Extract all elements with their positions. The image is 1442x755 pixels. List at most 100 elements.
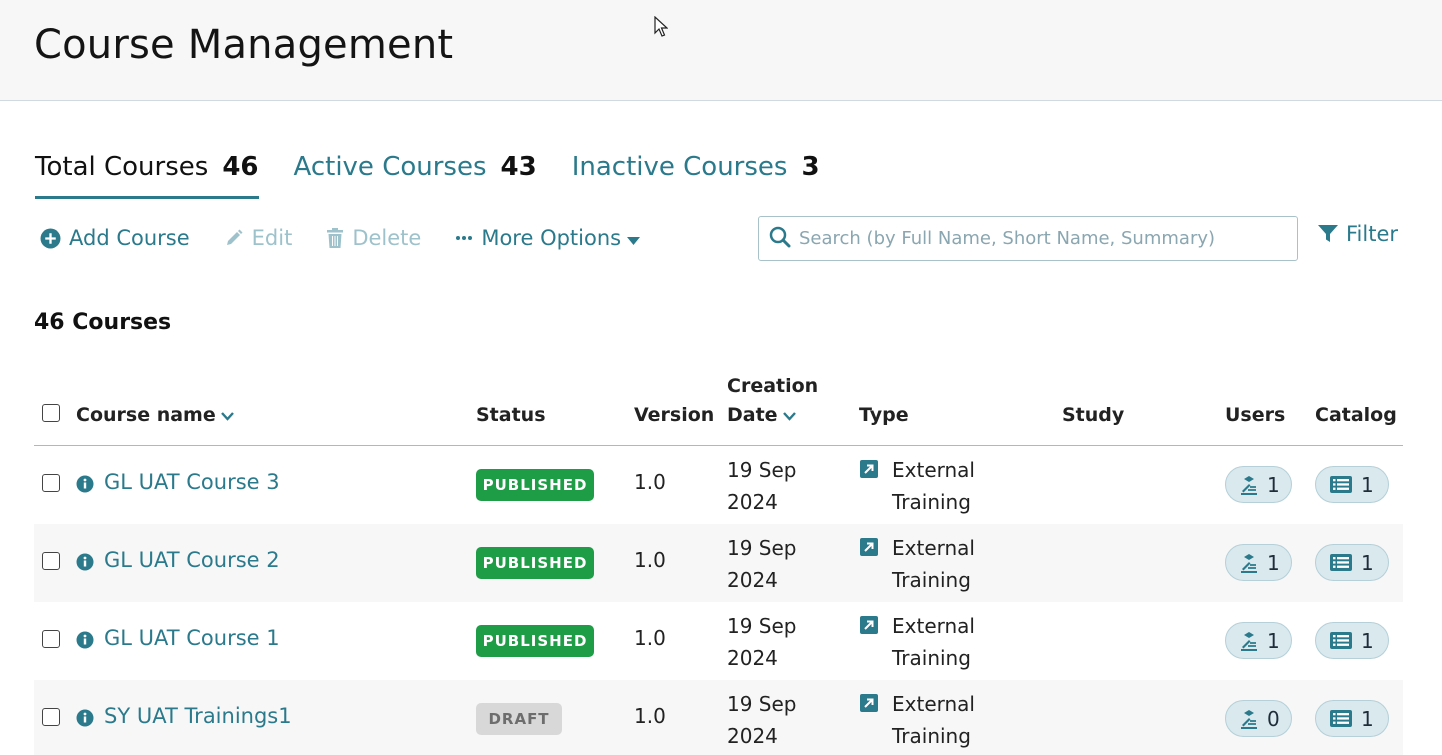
type-line: Training: [892, 568, 971, 592]
status-badge: PUBLISHED: [476, 547, 594, 579]
column-header-status: Status: [476, 404, 546, 426]
users-count-button[interactable]: 1: [1225, 544, 1292, 581]
course-name-link[interactable]: SY UAT Trainings1: [104, 704, 292, 728]
external-link-icon: [860, 538, 878, 560]
date-line: 19 Sep: [727, 614, 797, 638]
users-count: 1: [1267, 472, 1280, 497]
catalog-count-button[interactable]: 1: [1315, 622, 1389, 659]
page-header: Course Management: [0, 0, 1442, 101]
creation-date-value: 19 Sep 2024: [727, 610, 837, 674]
catalog-count: 1: [1361, 706, 1374, 731]
creation-date-value: 19 Sep 2024: [727, 688, 837, 752]
catalog-list-icon: [1330, 554, 1352, 571]
course-tabs: Total Courses 46 Active Courses 43 Inact…: [35, 152, 855, 200]
chevron-down-icon: [220, 401, 235, 430]
edit-button[interactable]: Edit: [224, 226, 293, 250]
catalog-list-icon: [1330, 710, 1352, 727]
date-line: 19 Sep: [727, 458, 797, 482]
column-header-catalog: Catalog: [1315, 404, 1397, 426]
status-badge: DRAFT: [476, 703, 562, 735]
catalog-count: 1: [1361, 628, 1374, 653]
course-name-link[interactable]: GL UAT Course 3: [104, 470, 280, 494]
catalog-list-icon: [1330, 632, 1352, 649]
row-checkbox[interactable]: [42, 552, 60, 570]
status-badge: PUBLISHED: [476, 625, 594, 657]
type-value: External Training: [892, 532, 1002, 596]
add-course-label: Add Course: [69, 226, 190, 250]
type-line: Training: [892, 646, 971, 670]
row-checkbox[interactable]: [42, 630, 60, 648]
ellipsis-icon: [455, 235, 473, 241]
edit-label: Edit: [251, 226, 293, 250]
catalog-count-button[interactable]: 1: [1315, 544, 1389, 581]
version-value: 1.0: [634, 548, 666, 572]
date-line: 19 Sep: [727, 692, 797, 716]
course-name-link[interactable]: GL UAT Course 1: [104, 626, 280, 650]
users-enroll-icon: [1240, 553, 1258, 573]
type-line: External: [892, 458, 975, 482]
add-course-button[interactable]: Add Course: [40, 226, 190, 250]
row-checkbox[interactable]: [42, 474, 60, 492]
catalog-count-button[interactable]: 1: [1315, 466, 1389, 503]
type-value: External Training: [892, 688, 1002, 752]
type-line: External: [892, 692, 975, 716]
info-icon[interactable]: [76, 475, 94, 497]
users-count: 1: [1267, 550, 1280, 575]
column-label: Course name: [76, 404, 216, 426]
tab-count: 43: [500, 152, 537, 182]
course-toolbar: Add Course Edit Delete More Options: [40, 222, 674, 254]
column-header-version: Version: [634, 404, 715, 426]
column-header-study: Study: [1062, 404, 1125, 426]
filter-label: Filter: [1346, 222, 1399, 246]
chevron-down-icon: [782, 401, 797, 430]
page-title: Course Management: [34, 22, 454, 68]
plus-circle-icon: [40, 228, 61, 249]
info-icon[interactable]: [76, 553, 94, 575]
pencil-icon: [224, 228, 244, 248]
users-count-button[interactable]: 1: [1225, 466, 1292, 503]
filter-button[interactable]: Filter: [1318, 222, 1398, 246]
users-enroll-icon: [1240, 631, 1258, 651]
search-box: [758, 216, 1298, 261]
caret-down-icon: [627, 226, 641, 250]
info-icon[interactable]: [76, 709, 94, 731]
type-value: External Training: [892, 610, 1002, 674]
column-header-course-name[interactable]: Course name: [76, 401, 235, 430]
column-header-creation-date[interactable]: Creation Date: [727, 372, 818, 430]
mouse-cursor-icon: [654, 16, 668, 37]
row-checkbox[interactable]: [42, 708, 60, 726]
users-count-button[interactable]: 1: [1225, 622, 1292, 659]
tab-total-courses[interactable]: Total Courses 46: [35, 152, 259, 199]
type-line: External: [892, 536, 975, 560]
date-line: 19 Sep: [727, 536, 797, 560]
select-all-checkbox[interactable]: [42, 404, 60, 422]
users-count: 1: [1267, 628, 1280, 653]
more-options-button[interactable]: More Options: [455, 226, 641, 250]
course-name-link[interactable]: GL UAT Course 2: [104, 548, 280, 572]
tab-label: Active Courses: [293, 152, 487, 182]
search-input[interactable]: [799, 228, 1279, 249]
table-row: GL UAT Course 1 PUBLISHED 1.0 19 Sep 2024 Ext…: [34, 602, 1403, 680]
column-label: Creation: [727, 375, 819, 397]
version-value: 1.0: [634, 704, 666, 728]
column-header-type: Type: [859, 404, 909, 426]
info-icon[interactable]: [76, 631, 94, 653]
users-count: 0: [1267, 706, 1280, 731]
trash-icon: [326, 227, 344, 249]
users-count-button[interactable]: 0: [1225, 700, 1292, 737]
type-line: Training: [892, 724, 971, 748]
column-header-users: Users: [1225, 404, 1286, 426]
tab-inactive-courses[interactable]: Inactive Courses 3: [572, 152, 820, 199]
date-line: 2024: [727, 724, 778, 748]
tab-active-courses[interactable]: Active Courses 43: [294, 152, 537, 199]
course-count-heading: 46 Courses: [34, 310, 172, 335]
catalog-count: 1: [1361, 550, 1374, 575]
creation-date-value: 19 Sep 2024: [727, 532, 837, 596]
external-link-icon: [860, 616, 878, 638]
type-line: External: [892, 614, 975, 638]
catalog-count-button[interactable]: 1: [1315, 700, 1389, 737]
delete-button[interactable]: Delete: [326, 226, 421, 250]
table-header: Course name Status Version Creation Date…: [34, 368, 1403, 446]
external-link-icon: [860, 694, 878, 716]
table-row: SY UAT Trainings1 DRAFT 1.0 19 Sep 2024 Exter…: [34, 680, 1403, 755]
